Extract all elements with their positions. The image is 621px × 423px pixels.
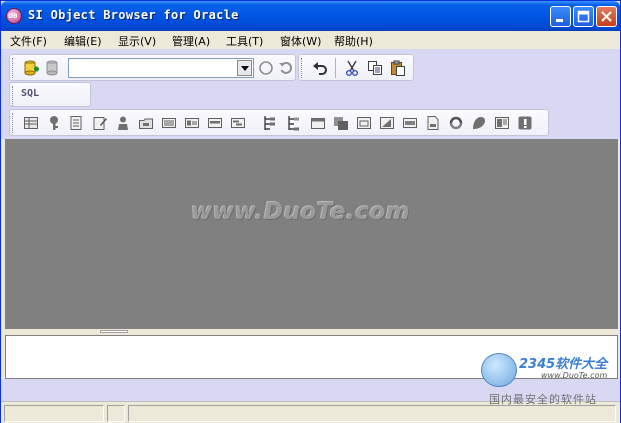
form-icon[interactable]	[184, 115, 200, 131]
tree-icon[interactable]	[261, 115, 277, 131]
chevron-down-icon[interactable]	[237, 60, 252, 76]
toolbar-objects	[9, 109, 549, 136]
cycle-icon[interactable]	[448, 115, 464, 131]
toolbar-grip[interactable]	[12, 58, 15, 78]
site-logo: 2345软件大全 www.DuoTe.com 国内最安全的软件站	[479, 349, 619, 409]
toolbar-connection	[9, 54, 296, 81]
menu-window[interactable]: 窗体(W)	[280, 33, 321, 49]
undo-icon[interactable]	[312, 60, 328, 76]
sequence-icon[interactable]	[230, 115, 246, 131]
user-icon[interactable]	[471, 115, 487, 131]
copy-icon[interactable]	[367, 60, 383, 76]
sql-button[interactable]: SQL	[21, 88, 39, 99]
maximize-icon	[577, 10, 590, 23]
info-icon[interactable]	[517, 115, 533, 131]
logo-brand: 2345软件大全	[519, 357, 608, 372]
key-icon[interactable]	[46, 115, 62, 131]
index-icon[interactable]	[207, 115, 223, 131]
toolbar-grip[interactable]	[12, 113, 15, 133]
maximize-button[interactable]	[573, 6, 594, 27]
toolbar-edit	[298, 54, 414, 81]
watermark-text: www.DuoTe.com	[191, 199, 411, 225]
refresh-circle-icon[interactable]	[258, 60, 274, 76]
toolbar-separator	[335, 58, 336, 78]
cut-icon[interactable]	[344, 60, 360, 76]
disconnect-icon[interactable]	[45, 60, 61, 76]
window-icon[interactable]	[310, 115, 326, 131]
synonym-icon[interactable]	[115, 115, 131, 131]
close-button[interactable]	[596, 6, 617, 27]
field-icon[interactable]	[402, 115, 418, 131]
status-cell-1	[4, 405, 104, 422]
app-icon-text: DB	[8, 13, 18, 20]
toolbar-area: SQL	[1, 49, 620, 139]
reload-icon[interactable]	[278, 60, 294, 76]
close-icon	[601, 11, 612, 22]
logo-url: www.DuoTe.com	[541, 371, 608, 380]
db-globe-icon[interactable]: DB	[6, 8, 22, 24]
stack-icon[interactable]	[333, 115, 349, 131]
menu-manage[interactable]: 管理(A)	[172, 33, 210, 49]
toolbar-grip[interactable]	[301, 58, 304, 78]
minimize-button[interactable]	[550, 6, 571, 27]
menu-view[interactable]: 显示(V)	[118, 33, 156, 49]
image-icon[interactable]	[379, 115, 395, 131]
view-icon[interactable]	[69, 115, 85, 131]
mascot-icon	[481, 353, 517, 387]
window-title: SI Object Browser for Oracle	[28, 8, 239, 22]
logo-slogan: 国内最安全的软件站	[489, 393, 597, 406]
report-icon[interactable]	[425, 115, 441, 131]
menu-help[interactable]: 帮助(H)	[334, 33, 373, 49]
app-window: DB SI Object Browser for Oracle 文件(F) 编辑…	[0, 0, 621, 423]
status-cell-2	[107, 405, 125, 422]
paste-icon[interactable]	[390, 60, 406, 76]
panel-icon[interactable]	[356, 115, 372, 131]
connection-select[interactable]	[68, 58, 254, 78]
menu-edit[interactable]: 编辑(E)	[64, 33, 102, 49]
mdi-workspace[interactable]: www.DuoTe.com	[5, 139, 618, 329]
package-icon[interactable]	[138, 115, 154, 131]
menu-bar: 文件(F) 编辑(E) 显示(V) 管理(A) 工具(T) 窗体(W) 帮助(H…	[1, 31, 620, 49]
toolbar-sql: SQL	[9, 82, 91, 107]
menu-tools[interactable]: 工具(T)	[226, 33, 263, 49]
list-icon[interactable]	[161, 115, 177, 131]
title-bar[interactable]: DB SI Object Browser for Oracle	[1, 1, 620, 31]
minimize-icon	[556, 19, 563, 22]
connect-icon[interactable]	[23, 60, 39, 76]
menu-file[interactable]: 文件(F)	[10, 33, 47, 49]
tree2-icon[interactable]	[285, 115, 301, 131]
table-icon[interactable]	[23, 115, 39, 131]
edit-doc-icon[interactable]	[92, 115, 108, 131]
splitter-grip[interactable]	[100, 330, 128, 333]
toolbar-grip[interactable]	[12, 86, 15, 106]
grid-icon[interactable]	[494, 115, 510, 131]
